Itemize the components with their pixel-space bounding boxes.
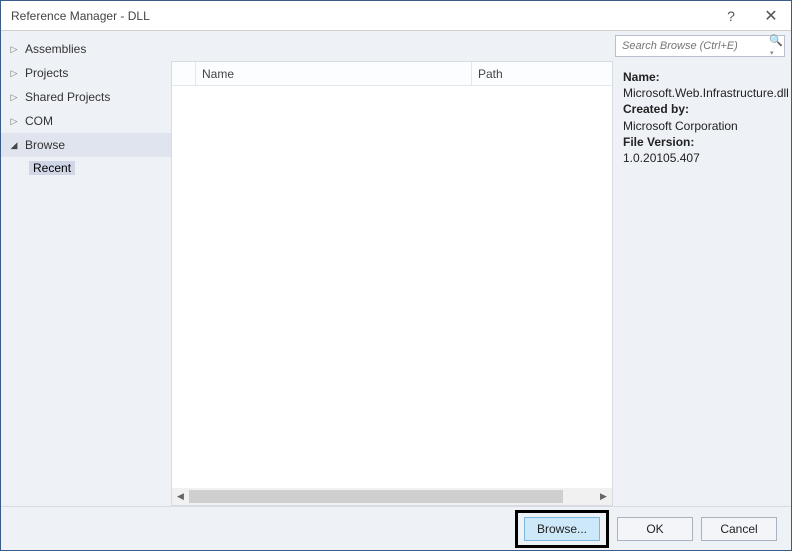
scroll-track[interactable] [189,488,595,505]
search-icon[interactable]: 🔍▾ [767,34,783,59]
sidebar-item-shared-projects[interactable]: ▷ Shared Projects [1,85,171,109]
search-row: 🔍▾ [171,31,791,61]
column-path-label: Path [478,67,503,81]
ok-button-label: OK [646,522,663,536]
details-created-value: Microsoft Corporation [623,118,783,134]
list-header: Name Path [172,62,612,86]
sidebar-item-com[interactable]: ▷ COM [1,109,171,133]
details-pane: Name: Microsoft.Web.Infrastructure.dll C… [613,61,791,506]
chevron-right-icon: ▷ [9,68,19,79]
list-body [172,86,612,488]
sidebar-item-assemblies[interactable]: ▷ Assemblies [1,37,171,61]
sidebar-item-browse[interactable]: ◢ Browse [1,133,171,157]
titlebar: Reference Manager - DLL ? ✕ [1,1,791,31]
close-icon: ✕ [764,6,777,26]
column-path[interactable]: Path [472,62,612,85]
dialog-title: Reference Manager - DLL [11,9,711,23]
dialog-footer: Browse... OK Cancel [1,506,791,550]
chevron-down-icon: ◢ [9,140,19,151]
reference-manager-dialog: Reference Manager - DLL ? ✕ ▷ Assemblies… [0,0,792,551]
details-created-label: Created by: [623,102,689,116]
close-button[interactable]: ✕ [751,1,791,31]
cancel-button-label: Cancel [720,522,757,536]
browse-highlight: Browse... [515,510,609,548]
cancel-button[interactable]: Cancel [701,517,777,541]
details-version-label: File Version: [623,135,694,149]
sidebar-subitem-recent[interactable]: Recent [1,157,171,179]
scroll-thumb[interactable] [189,490,563,503]
details-version-value: 1.0.20105.407 [623,150,783,166]
browse-button[interactable]: Browse... [524,517,600,541]
ok-button[interactable]: OK [617,517,693,541]
scroll-left-icon[interactable]: ◀ [172,488,189,505]
sidebar-item-label: Browse [25,138,65,152]
sidebar: ▷ Assemblies ▷ Projects ▷ Shared Project… [1,31,171,506]
scroll-right-icon[interactable]: ▶ [595,488,612,505]
chevron-right-icon: ▷ [9,44,19,55]
help-button[interactable]: ? [711,1,751,31]
browse-button-label: Browse... [537,522,587,536]
details-name-label: Name: [623,70,660,84]
column-checkbox[interactable] [172,62,196,85]
sidebar-item-label: COM [25,114,53,128]
details-name-value: Microsoft.Web.Infrastructure.dll [623,85,783,101]
search-input[interactable] [620,39,767,53]
results-list: Name Path ◀ ▶ [171,61,613,506]
column-name[interactable]: Name [196,62,472,85]
sidebar-item-label: Shared Projects [25,90,110,104]
column-name-label: Name [202,67,234,81]
sidebar-item-label: Assemblies [25,42,86,56]
chevron-right-icon: ▷ [9,92,19,103]
search-box[interactable]: 🔍▾ [615,35,785,57]
horizontal-scrollbar[interactable]: ◀ ▶ [172,488,612,505]
chevron-right-icon: ▷ [9,116,19,127]
sidebar-subitem-label: Recent [29,161,75,175]
sidebar-item-label: Projects [25,66,68,80]
sidebar-item-projects[interactable]: ▷ Projects [1,61,171,85]
